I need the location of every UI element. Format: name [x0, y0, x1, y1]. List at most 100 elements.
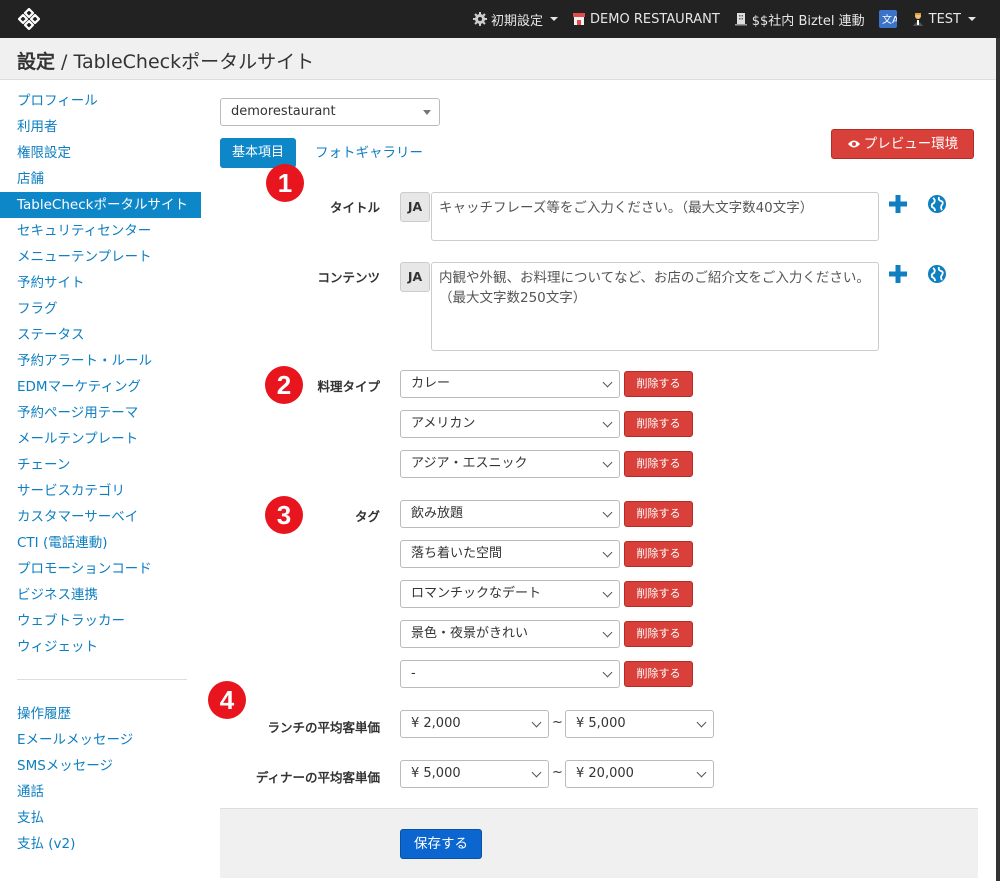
add-translation-plus-icon[interactable]	[888, 194, 908, 214]
sidebar-item-portal-site[interactable]: TableCheckポータルサイト	[0, 192, 201, 218]
cuisine-select-value: アジア・エスニック	[411, 456, 528, 471]
dinner-min-price-select[interactable]: ¥ 5,000	[400, 760, 549, 788]
caret-down-icon	[423, 110, 431, 115]
sidebar-item-calls[interactable]: 通話	[0, 779, 201, 805]
chevron-down-icon	[531, 767, 542, 778]
chevron-down-icon	[602, 627, 613, 638]
sidebar-item-profile[interactable]: プロフィール	[0, 88, 201, 114]
sidebar-item-booking-alerts[interactable]: 予約アラート・ルール	[0, 348, 201, 374]
chevron-down-icon	[696, 717, 707, 728]
restaurant-link[interactable]: DEMO RESTAURANT	[572, 12, 720, 27]
cuisine-select[interactable]: カレー	[400, 370, 620, 398]
tablecheck-logo-icon[interactable]	[18, 8, 40, 30]
sidebar-item-booking-sites[interactable]: 予約サイト	[0, 270, 201, 296]
page-title-subpage: / TableCheckポータルサイト	[55, 51, 315, 73]
tag-select[interactable]: -	[400, 660, 620, 688]
tag-select[interactable]: 落ち着いた空間	[400, 540, 620, 568]
tags-label: タグ	[354, 509, 380, 524]
user-menu[interactable]: TEST	[911, 12, 976, 27]
chevron-down-icon	[602, 417, 613, 428]
dinner-max-price-value: ¥ 20,000	[576, 766, 634, 781]
globe-icon[interactable]	[927, 264, 947, 284]
tag-select-value: 落ち着いた空間	[411, 546, 503, 561]
cuisine-type-label: 料理タイプ	[317, 379, 380, 394]
sidebar-item-payments-v2[interactable]: 支払 (v2)	[0, 831, 201, 857]
sidebar-item-email-messages[interactable]: Eメールメッセージ	[0, 727, 201, 753]
delete-button[interactable]: 削除する	[624, 501, 693, 527]
tab-photo-gallery[interactable]: フォトギャラリー	[315, 138, 423, 168]
delete-button[interactable]: 削除する	[624, 621, 693, 647]
page-title: 設定 / TableCheckポータルサイト	[17, 47, 314, 74]
delete-button[interactable]: 削除する	[624, 411, 693, 437]
chevron-down-icon	[602, 547, 613, 558]
window-edge	[996, 38, 1000, 881]
user-avatar-icon	[912, 13, 923, 26]
chevron-down-icon	[602, 587, 613, 598]
lunch-price-label: ランチの平均客単価	[267, 720, 380, 735]
save-button[interactable]: 保存する	[400, 829, 482, 859]
contents-lang-tag: JA	[400, 262, 430, 292]
sidebar-item-promo-codes[interactable]: プロモーションコード	[0, 556, 201, 582]
sidebar-item-service-categories[interactable]: サービスカテゴリ	[0, 478, 201, 504]
sidebar-item-statuses[interactable]: ステータス	[0, 322, 201, 348]
sidebar-item-audit-log[interactable]: 操作履歴	[0, 701, 201, 727]
delete-button[interactable]: 削除する	[624, 451, 693, 477]
lunch-min-price-value: ¥ 2,000	[411, 716, 461, 731]
dinner-min-price-value: ¥ 5,000	[411, 766, 461, 781]
language-switch[interactable]: 文A	[878, 10, 897, 28]
shop-select-value: demorestaurant	[231, 104, 336, 119]
tag-select[interactable]: 飲み放題	[400, 500, 620, 528]
title-lang-tag: JA	[400, 192, 430, 222]
sidebar-item-permissions[interactable]: 権限設定	[0, 140, 201, 166]
sidebar-item-menu-templates[interactable]: メニューテンプレート	[0, 244, 201, 270]
user-label: TEST	[928, 11, 961, 27]
store-icon	[573, 13, 586, 25]
shop-select[interactable]: demorestaurant	[220, 98, 440, 126]
cuisine-select[interactable]: アジア・エスニック	[400, 450, 620, 478]
add-translation-plus-icon[interactable]	[888, 264, 908, 284]
tag-select-value: -	[411, 666, 416, 681]
dinner-max-price-select[interactable]: ¥ 20,000	[565, 760, 714, 788]
sidebar-item-payments[interactable]: 支払	[0, 805, 201, 831]
sidebar-item-shops[interactable]: 店舗	[0, 166, 201, 192]
lunch-min-price-select[interactable]: ¥ 2,000	[400, 710, 549, 738]
cuisine-select-value: アメリカン	[411, 416, 476, 431]
sidebar-item-security-center[interactable]: セキュリティセンター	[0, 218, 201, 244]
delete-button[interactable]: 削除する	[624, 661, 693, 687]
top-navbar: 初期設定 DEMO RESTAURANT $$社内 Biztel 連動 文A T…	[0, 0, 1000, 38]
contents-placeholder: 内観や外観、お料理についてなど、お店のご紹介文をご入力ください。（最大文字数25…	[439, 270, 870, 306]
sidebar-item-booking-themes[interactable]: 予約ページ用テーマ	[0, 400, 201, 426]
lunch-max-price-select[interactable]: ¥ 5,000	[565, 710, 714, 738]
sidebar-item-mail-templates[interactable]: メールテンプレート	[0, 426, 201, 452]
globe-icon[interactable]	[927, 194, 947, 214]
sidebar-item-users[interactable]: 利用者	[0, 114, 201, 140]
title-textarea[interactable]: キャッチフレーズ等をご入力ください。（最大文字数40文字）	[431, 192, 879, 241]
delete-button[interactable]: 削除する	[624, 371, 693, 397]
translate-icon: 文A	[878, 10, 897, 28]
restaurant-label: DEMO RESTAURANT	[590, 11, 720, 27]
sidebar-item-chains[interactable]: チェーン	[0, 452, 201, 478]
sidebar: プロフィール 利用者 権限設定 店舗 TableCheckポータルサイト セキュ…	[0, 88, 201, 857]
tag-select[interactable]: 景色・夜景がきれい	[400, 620, 620, 648]
sidebar-item-sms-messages[interactable]: SMSメッセージ	[0, 753, 201, 779]
sidebar-item-business-integrations[interactable]: ビジネス連携	[0, 582, 201, 608]
chevron-down-icon	[602, 507, 613, 518]
eye-icon	[847, 140, 860, 148]
sidebar-item-customer-surveys[interactable]: カスタマーサーベイ	[0, 504, 201, 530]
contents-field-label: コンテンツ	[317, 270, 380, 285]
preview-button[interactable]: プレビュー環境	[831, 129, 974, 159]
delete-button[interactable]: 削除する	[624, 541, 693, 567]
sidebar-item-widgets[interactable]: ウィジェット	[0, 634, 201, 660]
contents-textarea[interactable]: 内観や外観、お料理についてなど、お店のご紹介文をご入力ください。（最大文字数25…	[431, 262, 879, 351]
sidebar-item-cti[interactable]: CTI (電話連動)	[0, 530, 201, 556]
sidebar-item-web-trackers[interactable]: ウェブトラッカー	[0, 608, 201, 634]
sidebar-item-flags[interactable]: フラグ	[0, 296, 201, 322]
settings-menu[interactable]: 初期設定	[473, 10, 559, 29]
sidebar-item-edm-marketing[interactable]: EDMマーケティング	[0, 374, 201, 400]
cuisine-select[interactable]: アメリカン	[400, 410, 620, 438]
delete-button[interactable]: 削除する	[624, 581, 693, 607]
tag-select[interactable]: ロマンチックなデート	[400, 580, 620, 608]
biztel-link[interactable]: $$社内 Biztel 連動	[734, 10, 865, 29]
chevron-down-icon	[696, 767, 707, 778]
chevron-down-icon	[602, 377, 613, 388]
